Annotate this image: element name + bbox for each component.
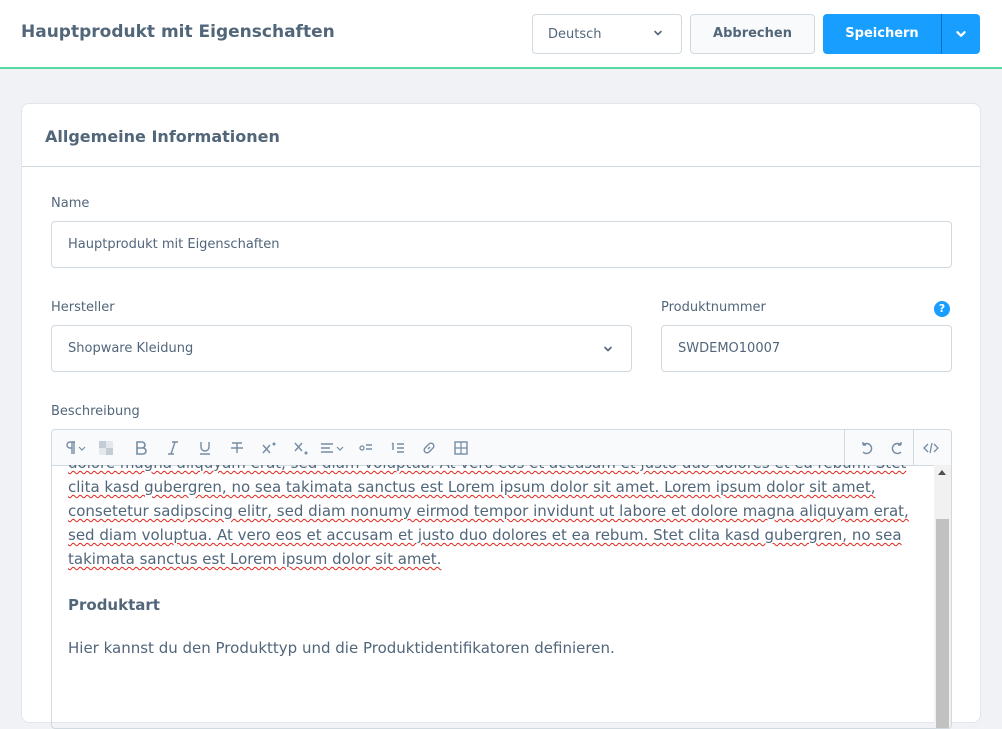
- help-icon[interactable]: ?: [934, 301, 950, 317]
- name-label: Name: [51, 196, 90, 211]
- name-field-value: Hauptprodukt mit Eigenschaften: [68, 237, 280, 252]
- code-view-icon[interactable]: [923, 440, 939, 456]
- product-number-field[interactable]: SWDEMO10007: [661, 325, 952, 372]
- scroll-up-arrow-icon[interactable]: [938, 470, 946, 475]
- chevron-down-icon: [956, 31, 966, 37]
- top-bar: Hauptprodukt mit Eigenschaften Deutsch A…: [0, 0, 1002, 69]
- scrollbar-thumb[interactable]: [936, 519, 949, 728]
- italic-icon[interactable]: [166, 440, 180, 456]
- save-button[interactable]: Speichern: [823, 14, 941, 54]
- clear-format-icon[interactable]: [98, 440, 114, 456]
- bold-icon[interactable]: [134, 440, 148, 456]
- language-select-value: Deutsch: [548, 27, 602, 42]
- editor-paragraph: Hier kannst du den Produkttyp und die Pr…: [68, 639, 615, 657]
- editor-toolbar: [52, 430, 951, 466]
- general-info-card: Allgemeine Informationen Name Hauptprodu…: [21, 103, 981, 729]
- card-title: Allgemeine Informationen: [45, 127, 280, 146]
- superscript-icon[interactable]: [261, 440, 277, 456]
- manufacturer-label: Hersteller: [51, 300, 115, 315]
- subscript-icon[interactable]: [293, 440, 309, 456]
- manufacturer-select-value: Shopware Kleidung: [68, 341, 194, 356]
- bullet-list-icon[interactable]: [358, 440, 374, 456]
- chevron-down-icon: [604, 346, 612, 352]
- product-number-label: Produktnummer: [661, 300, 766, 315]
- description-label: Beschreibung: [51, 404, 140, 419]
- name-field[interactable]: Hauptprodukt mit Eigenschaften: [51, 221, 952, 268]
- language-select[interactable]: Deutsch: [532, 14, 682, 54]
- editor-scrollbar[interactable]: [934, 465, 951, 728]
- product-number-value: SWDEMO10007: [678, 341, 781, 356]
- editor-text-line: consetetur sadipscing elitr, sed diam no…: [68, 502, 909, 520]
- editor-text-line: dolore magna aliquyam erat, sed diam vol…: [68, 465, 918, 475]
- link-icon[interactable]: [421, 440, 437, 456]
- table-icon[interactable]: [453, 440, 469, 456]
- page-title: Hauptprodukt mit Eigenschaften: [21, 22, 335, 42]
- underline-icon[interactable]: [198, 440, 212, 456]
- numbered-list-icon[interactable]: [390, 440, 406, 456]
- undo-icon[interactable]: [858, 440, 874, 456]
- card-header: Allgemeine Informationen: [22, 104, 980, 167]
- cancel-button[interactable]: Abbrechen: [690, 14, 815, 54]
- editor-text-line: sed diam voluptua. At vero eos et accusa…: [68, 526, 902, 544]
- save-options-button[interactable]: [941, 14, 980, 54]
- editor-text-block: dolore magna aliquyam erat, sed diam vol…: [68, 465, 918, 571]
- align-icon[interactable]: [320, 440, 346, 456]
- toolbar-separator: [913, 430, 914, 465]
- chevron-down-icon: [654, 30, 662, 36]
- strikethrough-icon[interactable]: [229, 440, 245, 456]
- editor-content[interactable]: dolore magna aliquyam erat, sed diam vol…: [52, 465, 934, 728]
- paragraph-icon[interactable]: [64, 440, 88, 456]
- redo-icon[interactable]: [890, 440, 906, 456]
- toolbar-separator: [844, 430, 845, 465]
- editor-heading: Produktart: [68, 596, 160, 614]
- editor-text-line: clita kasd gubergren, no sea takimata sa…: [68, 478, 876, 496]
- description-editor[interactable]: dolore magna aliquyam erat, sed diam vol…: [51, 429, 952, 729]
- manufacturer-select[interactable]: Shopware Kleidung: [51, 325, 632, 372]
- editor-text-line: takimata sanctus est Lorem ipsum dolor s…: [68, 550, 442, 568]
